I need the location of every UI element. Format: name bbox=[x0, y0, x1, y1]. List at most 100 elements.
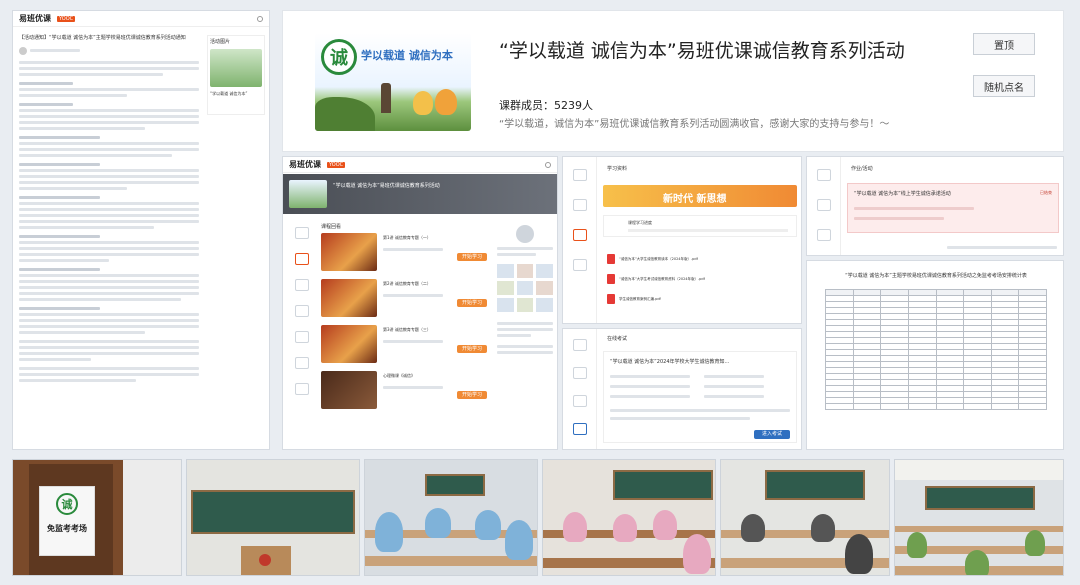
course-side-icon-5[interactable] bbox=[295, 331, 309, 343]
photo-students-1 bbox=[364, 459, 538, 576]
course-navbar: 易班优课 YOOC bbox=[283, 157, 557, 173]
sidebar-image[interactable] bbox=[210, 49, 262, 87]
course-item-2[interactable]: 第2讲 诚信教育专题（二） 开始学习 bbox=[321, 279, 491, 325]
avatar bbox=[19, 46, 27, 55]
white-wall bbox=[123, 460, 181, 575]
study-side-icon-1[interactable] bbox=[572, 169, 587, 181]
course-thumb bbox=[321, 233, 377, 271]
study-banner[interactable]: 新时代 新思想 bbox=[603, 185, 797, 207]
start-learning-button[interactable]: 开始学习 bbox=[457, 345, 487, 353]
banner-slogan: 学以载道 诚信为本 bbox=[361, 49, 453, 62]
members-label: 课群成员： bbox=[499, 99, 554, 112]
student bbox=[1025, 530, 1045, 556]
banner-statue bbox=[381, 83, 391, 113]
author-row bbox=[19, 46, 199, 55]
study-side-icon-3[interactable] bbox=[572, 229, 587, 241]
exam-header: 在线考试 bbox=[607, 336, 628, 342]
course-thumb bbox=[321, 279, 377, 317]
brand-tag: YOOC bbox=[57, 15, 76, 22]
student bbox=[907, 532, 927, 558]
exam-card[interactable]: “学以载道 诚信为本”2024年学校大学生诚信教育知... 进入考试 bbox=[603, 351, 797, 443]
members-row: 课群成员：5239人 bbox=[499, 97, 593, 113]
exam-side-icon-4[interactable] bbox=[572, 423, 587, 435]
photo-exam-sign: 诚 免监考考场 bbox=[12, 459, 182, 576]
ceiling bbox=[895, 460, 1063, 480]
hero-banner[interactable]: 诚 学以载道 诚信为本 bbox=[315, 33, 471, 131]
course-header-text: “学以载道 诚信为本”易班优课诚信教育系列活动 bbox=[333, 183, 440, 189]
file-item-2[interactable]: “诚信为本”大学生考试诚信教育资料（2024年版）.pdf bbox=[607, 269, 795, 289]
course-side-icon-6[interactable] bbox=[295, 357, 309, 369]
exam-side-icon-2[interactable] bbox=[572, 367, 587, 379]
article-title: 【活动通知】“学以载道 诚信为本”主题学校易班优课诚信教育系列活动通知 bbox=[19, 35, 186, 41]
course-side-icon-1[interactable] bbox=[295, 227, 309, 239]
course-item-1[interactable]: 第1讲 诚信教育专题（一） 开始学习 bbox=[321, 233, 491, 279]
course-item-title: 第1讲 诚信教育专题（一） bbox=[383, 235, 431, 240]
course-item-title: 第2讲 诚信教育专题（二） bbox=[383, 281, 431, 286]
student bbox=[683, 534, 711, 574]
enter-exam-button[interactable]: 进入考试 bbox=[754, 430, 790, 439]
study-sidebar bbox=[563, 157, 597, 323]
banner-mascot-1 bbox=[413, 91, 433, 115]
progress-bar bbox=[628, 229, 788, 232]
sign-text: 免监考考场 bbox=[47, 524, 87, 533]
course-item-3[interactable]: 第3讲 诚信教育专题（三） 开始学习 bbox=[321, 325, 491, 371]
schedule-title: “学以载道 诚信为本”主题学校易班优课诚信教育系列活动之免监考考场安排统计表 bbox=[845, 273, 1027, 279]
notice-side-icon-3[interactable] bbox=[816, 229, 831, 241]
course-item-4[interactable]: 心理微课《诚信》 开始学习 bbox=[321, 371, 491, 417]
notice-side-icon-2[interactable] bbox=[816, 199, 831, 211]
schedule-table bbox=[825, 289, 1047, 410]
pdf-icon bbox=[607, 254, 615, 264]
course-section-label: 课程回看 bbox=[321, 224, 342, 230]
study-header: 学习资料 bbox=[607, 166, 628, 172]
file-name: “诚信为本”大学生考试诚信教育资料（2024年版）.pdf bbox=[619, 276, 705, 281]
hero-description: “学以载道，诚信为本”易班优课诚信教育系列活动圆满收官，感谢大家的支持与参与！～ bbox=[499, 119, 890, 130]
exam-side-icon-3[interactable] bbox=[572, 395, 587, 407]
schedule-page: “学以载道 诚信为本”主题学校易班优课诚信教育系列活动之免监考考场安排统计表 bbox=[806, 260, 1064, 450]
photo-students-2 bbox=[542, 459, 716, 576]
course-brand-logo[interactable]: 易班优课 bbox=[289, 159, 321, 170]
article-area: 【活动通知】“学以载道 诚信为本”主题学校易班优课诚信教育系列活动通知 bbox=[19, 35, 199, 443]
study-side-icon-4[interactable] bbox=[572, 259, 587, 271]
sidebar-caption: “学以载道 诚信为本” bbox=[210, 91, 248, 96]
course-header-thumb bbox=[289, 180, 327, 208]
file-name: “诚信为本”大学生诚信教育读本（2024年版）.pdf bbox=[619, 256, 698, 261]
search-icon[interactable] bbox=[257, 15, 263, 22]
start-learning-button[interactable]: 开始学习 bbox=[457, 253, 487, 261]
notice-side-icon-1[interactable] bbox=[816, 169, 831, 181]
file-item-3[interactable]: 学生诚信教育案例汇编.pdf bbox=[607, 289, 795, 309]
pin-top-button[interactable]: 置顶 bbox=[973, 33, 1035, 55]
pdf-icon bbox=[607, 294, 615, 304]
course-side-icon-3[interactable] bbox=[295, 279, 309, 291]
start-learning-button[interactable]: 开始学习 bbox=[457, 299, 487, 307]
file-name: 学生诚信教育案例汇编.pdf bbox=[619, 296, 661, 301]
article-body bbox=[19, 61, 199, 382]
exam-side-icon-1[interactable] bbox=[572, 339, 587, 351]
photo-classroom-board-2 bbox=[720, 459, 890, 576]
course-side-icon-7[interactable] bbox=[295, 383, 309, 395]
exam-sidebar bbox=[563, 329, 597, 449]
brand-logo[interactable]: 易班优课 bbox=[19, 13, 51, 24]
course-side-icon-4[interactable] bbox=[295, 305, 309, 317]
student bbox=[425, 508, 451, 538]
file-item-1[interactable]: “诚信为本”大学生诚信教育读本（2024年版）.pdf bbox=[607, 249, 795, 269]
course-list: 第1讲 诚信教育专题（一） 开始学习 第2讲 诚信教育专题（二） 开始学习 第3… bbox=[321, 233, 491, 417]
student bbox=[845, 534, 873, 574]
banner-mascot-2 bbox=[435, 89, 457, 115]
random-rollcall-button[interactable]: 随机点名 bbox=[973, 75, 1035, 97]
sign-logo: 诚 bbox=[56, 493, 78, 515]
member-grid bbox=[497, 264, 553, 312]
study-side-icon-2[interactable] bbox=[572, 199, 587, 211]
notice-card[interactable]: “学以载道 诚信为本”线上学生诚信承诺活动 已结束 bbox=[847, 183, 1059, 233]
start-learning-button[interactable]: 开始学习 bbox=[457, 391, 487, 399]
student bbox=[613, 514, 637, 542]
course-sidebar bbox=[289, 221, 315, 445]
student bbox=[475, 510, 501, 540]
exam-room-sign: 诚 免监考考场 bbox=[39, 486, 95, 556]
course-item-title: 心理微课《诚信》 bbox=[383, 373, 415, 378]
left-navbar: 易班优课 YOOC bbox=[13, 11, 269, 27]
notice-title: “学以载道 诚信为本”线上学生诚信承诺活动 bbox=[854, 191, 951, 197]
notice-status-tag: 已结束 bbox=[1040, 190, 1052, 195]
course-search-icon[interactable] bbox=[545, 161, 551, 168]
course-side-icon-2[interactable] bbox=[295, 253, 309, 265]
exam-title: “学以载道 诚信为本”2024年学校大学生诚信教育知... bbox=[610, 359, 730, 365]
